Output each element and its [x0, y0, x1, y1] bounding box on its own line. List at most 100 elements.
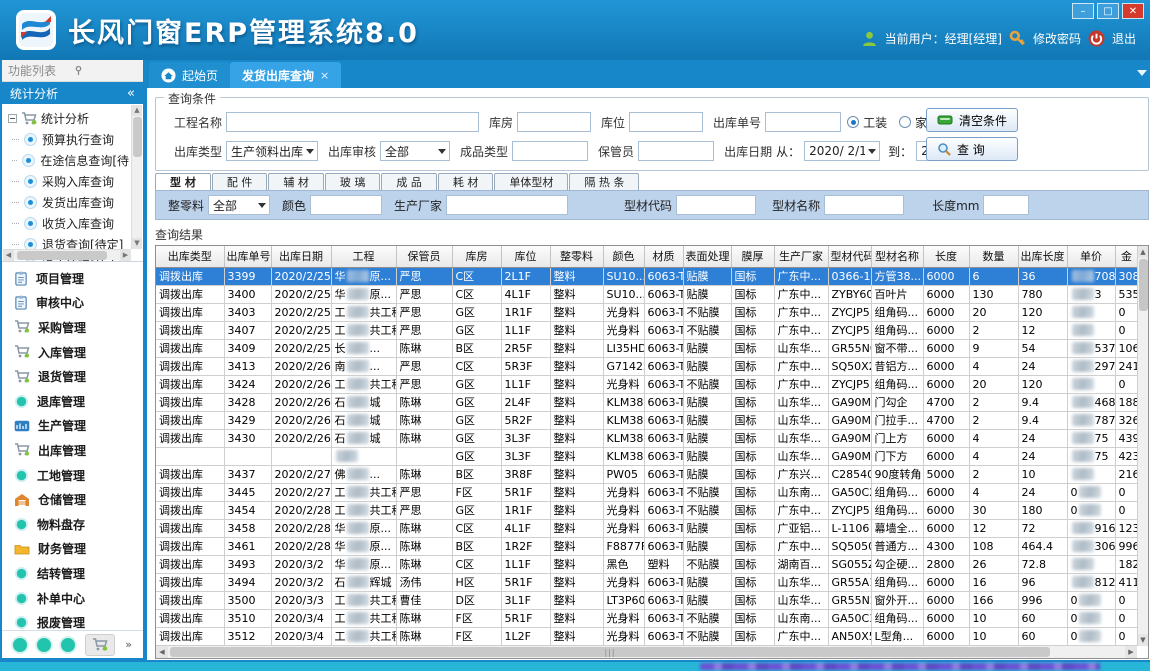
table-horizontal-scrollbar[interactable]: ◀ ||| ▶	[156, 645, 1137, 658]
sidebar-item-审核中心[interactable]: 审核中心	[2, 291, 143, 316]
logout-link[interactable]: 退出	[1112, 30, 1136, 47]
tree-item-收货入库查询[interactable]: 收货入库查询	[8, 213, 129, 234]
sidebar-item-退货管理[interactable]: 退货管理	[2, 364, 143, 389]
sidebar-item-物料盘存[interactable]: 物料盘存	[2, 512, 143, 537]
table-row[interactable]: 调拨出库34032020/2/25工共工程严思G区1R1F整料光身料6063-T…	[156, 303, 1138, 321]
table-vertical-scrollbar[interactable]: ▲ ▼	[1137, 246, 1148, 646]
module-dot-icon[interactable]	[37, 638, 51, 652]
radio-workwear[interactable]: 工装	[847, 114, 887, 131]
material-tab-3[interactable]: 辅 材	[268, 173, 324, 190]
table-row[interactable]: 调拨出库34002020/2/25华原...严思C区4L1F整料SU10...6…	[156, 285, 1138, 303]
order-no-input[interactable]	[765, 112, 841, 132]
tab-home[interactable]: 起始页	[149, 62, 230, 88]
table-row[interactable]: 调拨出库34932020/3/2华原...陈琳C区1L1F整料黑色塑料不贴膜国标…	[156, 555, 1138, 573]
material-tab-6[interactable]: 耗 材	[438, 173, 494, 190]
tree-vertical-scrollbar[interactable]: ▲ ▼	[131, 105, 142, 249]
scroll-left-icon[interactable]: ◀	[3, 250, 14, 261]
table-row[interactable]: 调拨出库34612020/2/28华原...陈琳B区1R2F整料F8877FT6…	[156, 537, 1138, 555]
scroll-right-icon[interactable]: ▶	[1125, 646, 1137, 658]
sidebar-item-采购管理[interactable]: 采购管理	[2, 315, 143, 340]
date-from-picker[interactable]: 2020/ 2/16	[804, 141, 880, 161]
scroll-down-icon[interactable]: ▼	[1138, 634, 1148, 646]
table-row[interactable]: 调拨出库35102020/3/4工共工程陈琳F区5R1F整料光身料6063-T5…	[156, 609, 1138, 627]
column-header[interactable]: 金	[1115, 246, 1138, 267]
out-type-select[interactable]: 生产领料出库	[226, 141, 318, 161]
column-header[interactable]: 型材代码	[828, 246, 871, 267]
sidebar-section-header[interactable]: 统计分析 «	[2, 82, 143, 104]
material-tab-4[interactable]: 玻 璃	[325, 173, 381, 190]
column-header[interactable]: 整零料	[550, 246, 603, 267]
collapse-icon[interactable]: «	[127, 86, 135, 101]
tree-expander-icon[interactable]	[8, 114, 17, 123]
table-row[interactable]: 调拨出库34582020/2/28华原...陈琳C区4L1F整料光身料6063-…	[156, 519, 1138, 537]
material-tab-1[interactable]: 型 材	[155, 173, 211, 190]
table-row[interactable]: 调拨出库33992020/2/25华原...严思C区2L1F整料SU10...6…	[156, 267, 1138, 285]
table-row[interactable]: 调拨出库34302020/2/26石城陈琳G区3L3F整料KLM38176063…	[156, 429, 1138, 447]
scroll-right-icon[interactable]: ▶	[120, 250, 131, 261]
keeper-input[interactable]	[638, 141, 714, 161]
tree-root-item[interactable]: 统计分析	[8, 108, 129, 129]
column-header[interactable]: 出库日期	[271, 246, 331, 267]
sidebar-item-仓储管理[interactable]: 仓储管理	[2, 487, 143, 512]
tab-close-icon[interactable]: ×	[320, 69, 329, 82]
scroll-left-icon[interactable]: ◀	[156, 646, 168, 658]
whole-piece-select[interactable]: 全部	[208, 195, 270, 215]
clear-conditions-button[interactable]: 清空条件	[926, 108, 1018, 132]
column-header[interactable]: 膜厚	[731, 246, 774, 267]
manufacturer-input[interactable]	[446, 195, 568, 215]
sidebar-item-结转管理[interactable]: 结转管理	[2, 561, 143, 586]
minimize-button[interactable]: –	[1072, 3, 1094, 19]
sidebar-item-工地管理[interactable]: 工地管理	[2, 463, 143, 488]
length-input[interactable]	[983, 195, 1029, 215]
material-tab-7[interactable]: 单体型材	[494, 173, 568, 190]
table-vscroll-thumb[interactable]	[1139, 259, 1148, 311]
change-password-link[interactable]: 修改密码	[1033, 30, 1081, 47]
column-header[interactable]: 长度	[923, 246, 969, 267]
column-header[interactable]: 生产厂家	[774, 246, 828, 267]
product-type-input[interactable]	[512, 141, 588, 161]
column-header[interactable]: 型材名称	[871, 246, 923, 267]
column-header[interactable]: 工程	[331, 246, 396, 267]
table-row[interactable]: 调拨出库34092020/2/25长...陈琳B区2R5F整料LI35HD606…	[156, 339, 1138, 357]
tree-hscroll-thumb[interactable]	[17, 251, 107, 260]
scroll-down-icon[interactable]: ▼	[132, 238, 142, 249]
sidebar-item-项目管理[interactable]: 项目管理	[2, 266, 143, 291]
table-row[interactable]: 调拨出库34292020/2/26石城陈琳G区5R2F整料KLM38176063…	[156, 411, 1138, 429]
profile-code-input[interactable]	[676, 195, 756, 215]
table-row[interactable]: 调拨出库34542020/2/28工共工程严思G区1R1F整料光身料6063-T…	[156, 501, 1138, 519]
table-row[interactable]: 调拨出库34372020/2/27佛...陈琳B区3R8F整料PW056063-…	[156, 465, 1138, 483]
sidebar-item-生产管理[interactable]: 生产管理	[2, 414, 143, 439]
more-modules-button[interactable]: »	[125, 638, 132, 651]
table-row[interactable]: 调拨出库34282020/2/26石城陈琳G区2L4F整料KLM38176063…	[156, 393, 1138, 411]
tree-item-采购入库查询[interactable]: 采购入库查询	[8, 171, 129, 192]
module-dot-icon[interactable]	[13, 638, 27, 652]
table-row[interactable]: 调拨出库34072020/2/25工共工程严思G区1L1F整料光身料6063-T…	[156, 321, 1138, 339]
column-header[interactable]: 数量	[969, 246, 1018, 267]
table-row[interactable]: 调拨出库35002020/3/3工共工程曹佳D区3L1F整料LT3P606063…	[156, 591, 1138, 609]
maximize-button[interactable]: □	[1097, 3, 1119, 19]
column-header[interactable]: 库房	[452, 246, 501, 267]
table-row[interactable]: 调拨出库34942020/3/2石辉城汤伟H区5R1F整料光身料6063-T5贴…	[156, 573, 1138, 591]
tree-item-在途信息查询[待[interactable]: 在途信息查询[待	[8, 150, 129, 171]
cart-module-button[interactable]	[85, 634, 115, 656]
sidebar-item-出库管理[interactable]: 出库管理	[2, 438, 143, 463]
material-tab-5[interactable]: 成 品	[381, 173, 437, 190]
audit-select[interactable]: 全部	[380, 141, 450, 161]
column-header[interactable]: 库位	[501, 246, 550, 267]
tab-list-dropdown-icon[interactable]	[1137, 70, 1147, 76]
sidebar-item-入库管理[interactable]: 入库管理	[2, 340, 143, 365]
table-hscroll-thumb[interactable]: |||	[170, 647, 1050, 657]
color-input[interactable]	[310, 195, 382, 215]
table-row[interactable]: 调拨出库35122020/3/4工共工程陈琳F区1L2F整料光身料6063-T5…	[156, 627, 1138, 645]
project-name-input[interactable]	[226, 112, 479, 132]
tree-horizontal-scrollbar[interactable]: ◀ ▶	[3, 249, 131, 260]
tree-item-发货出库查询[interactable]: 发货出库查询	[8, 192, 129, 213]
search-button[interactable]: 查 询	[926, 137, 1018, 161]
column-header[interactable]: 出库类型	[156, 246, 224, 267]
table-row[interactable]: 调拨出库34452020/2/27工共工程严思F区5R1F整料光身料6063-T…	[156, 483, 1138, 501]
column-header[interactable]: 单价	[1067, 246, 1115, 267]
table-row[interactable]: 调拨出库34132020/2/26南...严思C区5R3F整料G71422606…	[156, 357, 1138, 375]
pin-icon[interactable]	[73, 65, 138, 76]
sidebar-item-报废管理[interactable]: 报废管理	[2, 610, 143, 630]
sidebar-item-补单中心[interactable]: 补单中心	[2, 586, 143, 611]
